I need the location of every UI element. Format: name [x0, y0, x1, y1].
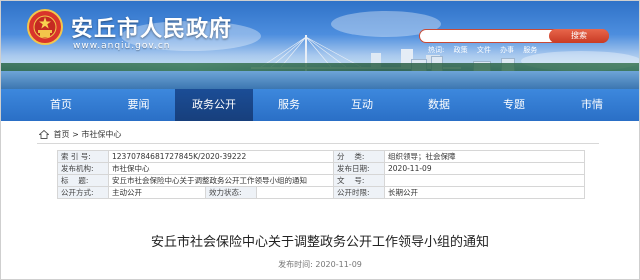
category-label: 分 类:	[333, 150, 385, 163]
date-value: 2020-11-09	[384, 162, 585, 175]
lake	[1, 71, 639, 89]
docno-label: 文 号:	[333, 174, 385, 187]
page-frame: 安丘市人民政府 www.anqiu.gov.cn 搜索 热词: 政策 文件 办事…	[0, 0, 640, 280]
nav-item-news[interactable]: 要闻	[106, 89, 171, 121]
nav-item-topics[interactable]: 专题	[483, 89, 545, 121]
breadcrumb: 首页 > 市社保中心	[39, 129, 121, 140]
method-value: 主动公开	[108, 186, 206, 199]
search-input[interactable]	[426, 31, 561, 41]
date-label: 发布日期:	[333, 162, 385, 175]
nav-item-services[interactable]: 服务	[259, 89, 319, 121]
pubdate-label: 发布时间:	[278, 260, 313, 269]
hotword-link[interactable]: 政策	[454, 46, 468, 54]
hotword-link[interactable]: 服务	[523, 46, 537, 54]
publisher-value: 市社保中心	[108, 162, 334, 175]
pubdate-value: 2020-11-09	[315, 260, 362, 269]
nav-item-interaction[interactable]: 互动	[331, 89, 393, 121]
breadcrumb-separator: >	[72, 130, 79, 139]
status-value	[256, 186, 334, 199]
nav-item-gov-affairs[interactable]: 政务公开	[175, 89, 253, 121]
method-label: 公开方式:	[57, 186, 109, 199]
docno-value	[384, 174, 585, 187]
title-label: 标 题:	[57, 174, 109, 187]
search-button[interactable]: 搜索	[549, 29, 609, 43]
document-info-table: 索 引 号: 12370784681727845K/2020-39222 分 类…	[57, 150, 585, 199]
nav-item-home[interactable]: 首页	[31, 89, 91, 121]
site-name[interactable]: 安丘市人民政府	[71, 11, 232, 43]
status-label: 效力状态:	[205, 186, 257, 199]
hotwords-label: 热词:	[428, 46, 445, 54]
hotword-link[interactable]: 文件	[477, 46, 491, 54]
index-value: 12370784681727845K/2020-39222	[108, 150, 334, 163]
home-icon	[39, 130, 49, 139]
breadcrumb-current[interactable]: 市社保中心	[81, 130, 121, 139]
publisher-label: 发布机构:	[57, 162, 109, 175]
breadcrumb-home[interactable]: 首页	[54, 130, 70, 139]
national-emblem-icon	[27, 9, 63, 45]
title-value: 安丘市社会保险中心关于调整政务公开工作领导小组的通知	[108, 174, 334, 187]
header-banner: 安丘市人民政府 www.anqiu.gov.cn 搜索 热词: 政策 文件 办事…	[1, 1, 639, 89]
hotword-link[interactable]: 办事	[500, 46, 514, 54]
site-url: www.anqiu.gov.cn	[73, 41, 171, 51]
divider	[37, 143, 599, 144]
article-pubdate: 发布时间: 2020-11-09	[1, 259, 639, 270]
index-label: 索 引 号:	[57, 150, 109, 163]
nav-item-data[interactable]: 数据	[409, 89, 469, 121]
article-title: 安丘市社会保险中心关于调整政务公开工作领导小组的通知	[150, 235, 489, 250]
hotwords: 热词: 政策 文件 办事 服务	[428, 45, 544, 55]
category-value: 组织领导；社会保障	[384, 150, 585, 163]
period-value: 长期公开	[384, 186, 585, 199]
main-nav: 首页 要闻 政务公开 服务 互动 数据 专题 市情	[1, 89, 639, 121]
nav-item-city-info[interactable]: 市情	[561, 89, 623, 121]
period-label: 公开时限:	[333, 186, 385, 199]
